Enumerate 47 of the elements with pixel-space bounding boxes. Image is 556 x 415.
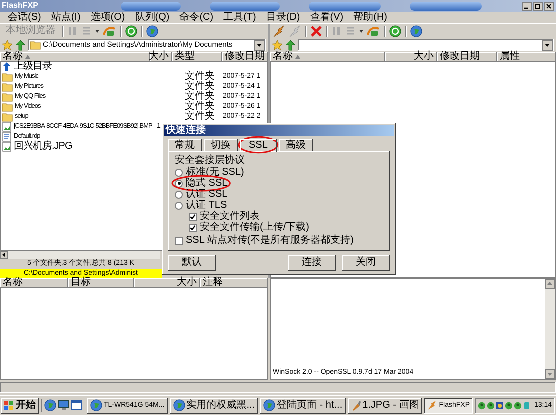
option-label[interactable]: 认证 SSL	[186, 189, 228, 200]
dialog-title: 快速连接	[164, 125, 394, 136]
column-header[interactable]: 大小	[385, 52, 437, 62]
tab[interactable]: 高级	[278, 139, 313, 151]
file-name[interactable]: 回兴机房.JPG	[14, 142, 72, 152]
tab[interactable]: 切换	[204, 139, 238, 151]
file-type: 文件夹	[184, 72, 216, 82]
menu-item[interactable]: 命令(C)	[174, 12, 219, 24]
file-type: 文件夹	[184, 92, 216, 102]
file-type: 文件夹	[184, 112, 216, 122]
column-header[interactable]: 类型	[172, 52, 222, 62]
menu-item[interactable]: 会话(S)	[3, 12, 46, 24]
dialog-button[interactable]: 默认	[168, 255, 216, 271]
option-label[interactable]: SSL 站点对传(不是所有服务器都支持)	[186, 235, 354, 246]
taskbar-button[interactable]: 1.JPG - 画图	[348, 398, 422, 414]
taskbar-button[interactable]: 登陆页面 - ht...	[260, 398, 346, 414]
column-header[interactable]: 名称	[0, 278, 68, 288]
column-header[interactable]: 目标	[68, 278, 134, 288]
column-header[interactable]: 修改日期	[222, 52, 268, 62]
file-type: 文件夹	[184, 82, 216, 92]
menu-item[interactable]: 队列(Q)	[130, 12, 175, 24]
dialog-button[interactable]: 关闭	[342, 255, 390, 271]
column-header[interactable]: 修改日期	[437, 52, 497, 62]
column-header[interactable]: 注释	[200, 278, 268, 288]
tab[interactable]: SSL	[240, 139, 277, 152]
menu-item[interactable]: 目录(D)	[261, 12, 306, 24]
menu-item[interactable]: 选项(O)	[86, 12, 130, 24]
column-header[interactable]: 大小	[150, 52, 172, 62]
menu-item[interactable]: 帮助(H)	[348, 12, 392, 24]
option-label[interactable]: 安全文件传输(上传/下载)	[200, 222, 310, 233]
column-header[interactable]: 属性	[497, 52, 556, 62]
dialog-button[interactable]: 连接	[288, 255, 336, 271]
taskbar-button[interactable]: 实用的权威黑...	[170, 398, 258, 414]
group-label: 安全套接层协议	[175, 155, 246, 166]
column-header[interactable]: 名称	[270, 52, 385, 62]
menu-item[interactable]: 站点(I)	[46, 12, 86, 24]
window-title: FlashFXP	[2, 2, 40, 10]
file-type: 文件夹	[184, 102, 216, 112]
tab[interactable]: 常规	[168, 139, 202, 151]
start-button[interactable]: 开始	[1, 398, 39, 414]
menu-item[interactable]: 查看(V)	[305, 12, 349, 24]
column-header[interactable]: 大小	[134, 278, 200, 288]
menu-item[interactable]: 工具(T)	[218, 12, 262, 24]
column-header[interactable]: 名称	[0, 52, 150, 62]
option-label[interactable]: 认证 TLS	[186, 200, 228, 211]
option-label[interactable]: 安全文件列表	[200, 211, 260, 222]
file-name[interactable]: 上级目录	[14, 62, 52, 72]
